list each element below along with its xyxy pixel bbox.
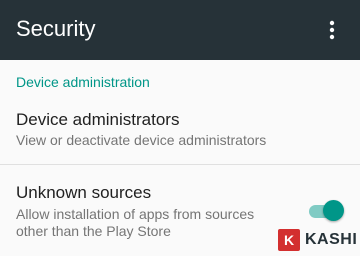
- pref-summary: View or deactivate device administrators: [16, 132, 267, 148]
- section-header-device-administration: Device administration: [16, 74, 150, 90]
- pref-device-administrators[interactable]: Device administrators View or deactivate…: [0, 100, 360, 163]
- overflow-menu-button[interactable]: [312, 12, 352, 48]
- toggle-thumb: [323, 200, 344, 221]
- app-bar: Security: [0, 0, 360, 60]
- pref-summary-line-1: Allow installation of apps from sources: [16, 206, 255, 222]
- pref-summary-line-2: other than the Play Store: [16, 223, 171, 239]
- more-vert-icon: [329, 20, 335, 40]
- page-title: Security: [16, 16, 96, 41]
- watermark-logo: K: [278, 229, 300, 251]
- settings-list: Device administration Device administrat…: [0, 60, 360, 256]
- watermark-text: KASHI: [305, 231, 358, 248]
- watermark: K KASHI: [278, 229, 357, 251]
- unknown-sources-toggle[interactable]: [307, 200, 344, 222]
- pref-title: Device administrators: [16, 110, 180, 129]
- pref-title: Unknown sources: [16, 183, 152, 202]
